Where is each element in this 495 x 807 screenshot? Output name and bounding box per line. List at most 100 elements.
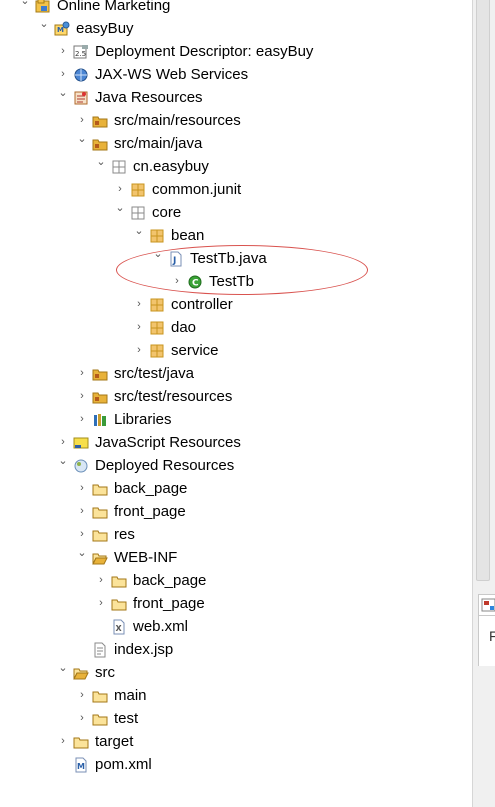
tree-item-src-main-java[interactable]: ⌄ src/main/java xyxy=(0,132,470,155)
tree-item-label: front_page xyxy=(133,595,205,612)
chevron-right-icon[interactable]: › xyxy=(77,523,87,546)
source-folder-icon xyxy=(92,116,108,128)
tree-item-label: TestTb xyxy=(209,273,255,290)
tree-item-src[interactable]: ⌄ src xyxy=(0,661,470,684)
tree-item-label: cn.easybuy xyxy=(133,158,209,175)
tree-item-label: easyBuy xyxy=(76,20,134,37)
tree-item-jax-ws-web-services[interactable]: › JAX-WS Web Services xyxy=(0,63,470,86)
chevron-right-icon[interactable]: › xyxy=(172,270,182,293)
tree-item-deployed-resources[interactable]: ⌄ Deployed Resources xyxy=(0,454,470,477)
tree-item-online-marketing[interactable]: ⌄ Online Marketing xyxy=(0,0,470,17)
tree-item-controller[interactable]: › controller xyxy=(0,293,470,316)
tree-item-web-inf[interactable]: ⌄ WEB-INF xyxy=(0,546,470,569)
chevron-right-icon[interactable]: › xyxy=(96,569,106,592)
right-view-tab[interactable] xyxy=(478,594,495,616)
chevron-right-icon[interactable]: › xyxy=(115,178,125,201)
chevron-right-icon[interactable]: › xyxy=(58,431,68,454)
tree-item-deployment-descriptor-easybuy[interactable]: › 2.5 Deployment Descriptor: easyBuy xyxy=(0,40,470,63)
chevron-right-icon[interactable]: › xyxy=(77,707,87,730)
chevron-down-icon[interactable]: ⌄ xyxy=(77,546,87,569)
tree-item-testtb[interactable]: › C TestTb xyxy=(0,270,470,293)
tree-item-res[interactable]: › res xyxy=(0,523,470,546)
right-view-label: F xyxy=(489,628,495,644)
chevron-down-icon[interactable]: ⌄ xyxy=(58,454,68,477)
tree-item-common-junit[interactable]: › common.junit xyxy=(0,178,470,201)
chevron-right-icon[interactable]: › xyxy=(134,316,144,339)
xml-file-icon: X xyxy=(113,619,125,635)
chevron-right-icon[interactable]: › xyxy=(77,362,87,385)
tree-item-src-main-resources[interactable]: › src/main/resources xyxy=(0,109,470,132)
chevron-right-icon[interactable]: › xyxy=(134,339,144,362)
chevron-right-icon[interactable]: › xyxy=(134,293,144,316)
tree-item-dao[interactable]: › dao xyxy=(0,316,470,339)
tree-item-src-test-resources[interactable]: › src/test/resources xyxy=(0,385,470,408)
chevron-down-icon[interactable]: ⌄ xyxy=(96,155,106,178)
tree-item-label: Online Marketing xyxy=(57,0,171,14)
java-resources-icon xyxy=(74,91,88,105)
tree-item-label: test xyxy=(114,710,139,727)
package-icon xyxy=(150,321,164,335)
libraries-icon xyxy=(94,414,106,426)
tree-item-label: Deployment Descriptor: easyBuy xyxy=(95,43,314,60)
chevron-right-icon[interactable]: › xyxy=(77,684,87,707)
folder-icon xyxy=(111,576,127,588)
tree-item-label: bean xyxy=(171,227,205,244)
chevron-right-icon[interactable]: › xyxy=(58,40,68,63)
tree-item-label: JAX-WS Web Services xyxy=(95,66,249,83)
svg-text:X: X xyxy=(116,624,123,633)
view-tab-icon xyxy=(481,598,495,612)
tree-item-label: service xyxy=(171,342,219,359)
chevron-right-icon[interactable]: › xyxy=(77,500,87,523)
chevron-down-icon[interactable]: ⌄ xyxy=(153,247,163,270)
tree-item-back-page[interactable]: › back_page xyxy=(0,569,470,592)
tree-item-main[interactable]: › main xyxy=(0,684,470,707)
tree-item-web-xml[interactable]: Xweb.xml xyxy=(0,615,470,638)
javascript-resources-icon xyxy=(73,437,89,449)
chevron-down-icon[interactable]: ⌄ xyxy=(58,661,68,684)
tree-item-cn-easybuy[interactable]: ⌄ cn.easybuy xyxy=(0,155,470,178)
tree-item-front-page[interactable]: › front_page xyxy=(0,500,470,523)
package-empty-icon xyxy=(131,206,145,220)
package-icon xyxy=(150,229,164,243)
chevron-right-icon[interactable]: › xyxy=(77,385,87,408)
tree-item-src-test-java[interactable]: › src/test/java xyxy=(0,362,470,385)
tree-item-test[interactable]: › test xyxy=(0,707,470,730)
tree-item-libraries[interactable]: › Libraries xyxy=(0,408,470,431)
chevron-right-icon[interactable]: › xyxy=(58,730,68,753)
chevron-right-icon[interactable]: › xyxy=(77,109,87,132)
tree-item-testtb-java[interactable]: ⌄ J TestTb.java xyxy=(0,247,470,270)
tree-item-label: main xyxy=(114,687,147,704)
chevron-right-icon[interactable]: › xyxy=(96,592,106,615)
tree-item-core[interactable]: ⌄ core xyxy=(0,201,470,224)
folder-open-icon xyxy=(92,553,108,565)
chevron-down-icon[interactable]: ⌄ xyxy=(58,86,68,109)
tree-item-bean[interactable]: ⌄ bean xyxy=(0,224,470,247)
folder-icon xyxy=(92,530,108,542)
tree-item-label: src/main/java xyxy=(114,135,203,152)
tree-item-pom-xml[interactable]: Mpom.xml xyxy=(0,753,470,776)
source-folder-icon xyxy=(92,139,108,151)
tree-item-index-jsp[interactable]: index.jsp xyxy=(0,638,470,661)
tree-item-target[interactable]: › target xyxy=(0,730,470,753)
chevron-down-icon[interactable]: ⌄ xyxy=(115,201,125,224)
chevron-down-icon[interactable]: ⌄ xyxy=(77,132,87,155)
folder-icon xyxy=(92,484,108,496)
tree-item-easybuy[interactable]: ⌄ MeasyBuy xyxy=(0,17,470,40)
source-folder-icon xyxy=(92,392,108,404)
tree-item-back-page[interactable]: › back_page xyxy=(0,477,470,500)
chevron-right-icon[interactable]: › xyxy=(77,477,87,500)
chevron-right-icon[interactable]: › xyxy=(77,408,87,431)
chevron-down-icon[interactable]: ⌄ xyxy=(20,0,30,17)
tree-item-label: TestTb.java xyxy=(190,250,267,267)
chevron-down-icon[interactable]: ⌄ xyxy=(134,224,144,247)
tree-item-java-resources[interactable]: ⌄ Java Resources xyxy=(0,86,470,109)
tree-item-label: src xyxy=(95,664,115,681)
chevron-right-icon[interactable]: › xyxy=(58,63,68,86)
tree-item-front-page[interactable]: › front_page xyxy=(0,592,470,615)
tree-item-javascript-resources[interactable]: › JavaScript Resources xyxy=(0,431,470,454)
vertical-scrollbar[interactable] xyxy=(476,0,490,581)
tree-item-service[interactable]: › service xyxy=(0,339,470,362)
chevron-down-icon[interactable]: ⌄ xyxy=(39,17,49,40)
tree-item-label: JavaScript Resources xyxy=(95,434,241,451)
tree-item-label: Java Resources xyxy=(95,89,203,106)
